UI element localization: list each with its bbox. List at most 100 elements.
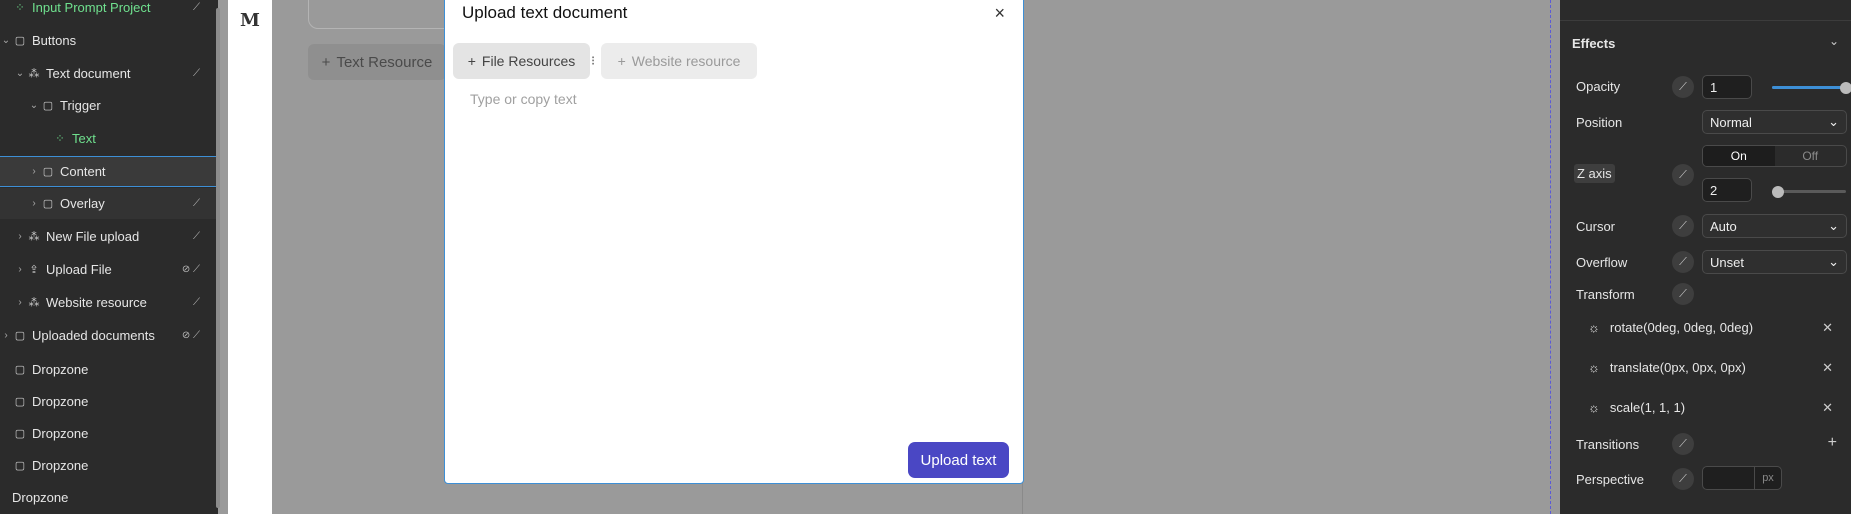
layer-label: Dropzone — [12, 490, 69, 505]
chevron-right-icon[interactable]: › — [14, 264, 26, 275]
chevron-down-icon[interactable]: ⌄ — [1829, 34, 1839, 48]
cursor-select[interactable]: Auto ⌄ — [1702, 214, 1847, 238]
text-resource-button[interactable]: + Text Resource — [308, 44, 446, 80]
layer-row-content[interactable]: › ▢ Content — [0, 156, 216, 187]
box-icon: ▢ — [14, 35, 26, 47]
sun-icon: ☼ — [1588, 400, 1600, 415]
drag-handle-icon[interactable]: ⁝ — [591, 53, 595, 69]
eye-off-icon[interactable]: ⊘ ⟋ — [182, 330, 200, 341]
tab-file-resources[interactable]: + File Resources — [453, 43, 590, 79]
layer-row-buttons[interactable]: ⌄ ▢ Buttons — [0, 25, 216, 56]
sun-icon: ☼ — [1588, 360, 1600, 375]
layer-row-dropzone[interactable]: ▢ Dropzone — [0, 386, 216, 417]
transform-item[interactable]: ☼ translate(0px, 0px, 0px) ✕ — [1588, 360, 1833, 376]
layers-scrollbar[interactable] — [216, 8, 220, 508]
canvas-divider — [1022, 480, 1023, 514]
layer-row-dropzone[interactable]: ▢ Dropzone — [0, 450, 216, 481]
layer-label: Dropzone — [32, 362, 89, 377]
unlink-icon[interactable]: ⟋ — [1672, 468, 1694, 490]
chevron-down-icon[interactable]: ⌄ — [0, 35, 12, 46]
eye-off-icon[interactable]: ⊘ ⟋ — [182, 264, 200, 275]
overflow-value: Unset — [1710, 254, 1744, 270]
transform-label: Transform — [1576, 287, 1635, 302]
layer-row-dropzone[interactable]: Dropzone — [0, 482, 216, 513]
layer-row-dropzone[interactable]: ▢ Dropzone — [0, 354, 216, 385]
layer-row-overlay[interactable]: › ▢ Overlay ⟋ — [0, 188, 216, 219]
layer-row-trigger[interactable]: ⌄ ▢ Trigger — [0, 90, 216, 121]
opacity-slider-fill — [1772, 86, 1846, 89]
unlink-icon[interactable]: ⟋ — [1672, 215, 1694, 237]
slot-icon: ⁂ — [28, 231, 40, 243]
slot-icon: ⁂ — [28, 297, 40, 309]
layer-label: Text — [72, 131, 96, 146]
z-axis-toggle[interactable]: On Off — [1702, 145, 1847, 167]
unlink-icon[interactable]: ⟋ — [193, 68, 200, 79]
upload-text-modal: Upload text document × + File Resources … — [444, 0, 1024, 484]
perspective-label: Perspective — [1576, 472, 1644, 487]
perspective-input[interactable]: px — [1702, 466, 1782, 490]
unlink-icon[interactable]: ⟋ — [1672, 164, 1694, 186]
close-icon[interactable]: ✕ — [1822, 360, 1833, 376]
position-value: Normal — [1710, 114, 1752, 130]
toggle-on[interactable]: On — [1703, 146, 1775, 166]
unlink-icon[interactable]: ⟋ — [193, 198, 200, 209]
opacity-label: Opacity — [1576, 79, 1621, 94]
plus-icon: + — [617, 53, 626, 69]
unlink-icon[interactable]: ⟋ — [193, 297, 200, 308]
layer-row-uploaded-documents[interactable]: › ▢ Uploaded documents ⊘ ⟋ — [0, 320, 216, 351]
box-icon: ▢ — [14, 396, 26, 408]
unlink-icon[interactable]: ⟋ — [1672, 251, 1694, 273]
unlink-icon[interactable]: ⟋ — [1672, 433, 1694, 455]
box-icon: ▢ — [14, 428, 26, 440]
layer-label: Text document — [46, 66, 131, 81]
layer-label: Dropzone — [32, 458, 89, 473]
layer-label: Uploaded documents — [32, 328, 155, 343]
position-label: Position — [1576, 115, 1623, 130]
opacity-slider-knob[interactable] — [1840, 82, 1851, 94]
layer-row-dropzone[interactable]: ▢ Dropzone — [0, 418, 216, 449]
transform-item[interactable]: ☼ scale(1, 1, 1) ✕ — [1588, 400, 1833, 416]
layer-row-text[interactable]: ⁘ Text — [0, 123, 216, 154]
layer-label: Buttons — [32, 33, 77, 48]
upload-text-button[interactable]: Upload text — [908, 442, 1009, 478]
toggle-off[interactable]: Off — [1775, 146, 1847, 166]
chevron-right-icon[interactable]: › — [0, 330, 12, 341]
z-axis-slider-knob[interactable] — [1772, 186, 1784, 198]
chevron-right-icon[interactable]: › — [14, 297, 26, 308]
layer-row-website-resource[interactable]: › ⁂ Website resource ⟋ — [0, 287, 216, 318]
unlink-icon[interactable]: ⟋ — [193, 2, 200, 13]
selection-edge — [1550, 0, 1552, 514]
layer-label: New File upload — [46, 229, 140, 244]
layer-label: Upload File — [46, 262, 112, 277]
chevron-down-icon[interactable]: ⌄ — [14, 68, 26, 79]
plus-icon[interactable]: + — [1828, 434, 1837, 452]
unlink-icon[interactable]: ⟋ — [193, 231, 200, 242]
layer-row-input-prompt-project[interactable]: ⁘ Input Prompt Project ⟋ — [0, 0, 216, 23]
cursor-label: Cursor — [1576, 219, 1616, 234]
overflow-select[interactable]: Unset ⌄ — [1702, 250, 1847, 274]
layer-row-upload-file[interactable]: › ⇪ Upload File ⊘ ⟋ — [0, 254, 216, 285]
chevron-down-icon: ⌄ — [1828, 254, 1839, 269]
layer-row-text-document[interactable]: ⌄ ⁂ Text document ⟋ — [0, 58, 216, 89]
close-icon[interactable]: ✕ — [1822, 400, 1833, 416]
text-input[interactable] — [470, 91, 1000, 411]
chevron-right-icon[interactable]: › — [14, 231, 26, 242]
layer-row-new-file-upload[interactable]: › ⁂ New File upload ⟋ — [0, 221, 216, 252]
chevron-right-icon[interactable]: › — [28, 166, 40, 177]
position-select[interactable]: Normal ⌄ — [1702, 110, 1847, 134]
box-icon: ▢ — [42, 100, 54, 112]
unlink-icon[interactable]: ⟋ — [1672, 76, 1694, 98]
box-icon: ▢ — [42, 198, 54, 210]
layers-panel: ⁘ Input Prompt Project ⟋ ⌄ ▢ Buttons ⌄ ⁂ Text do… — [0, 0, 220, 514]
opacity-input[interactable]: 1 — [1702, 75, 1752, 99]
modal-title: Upload text document — [462, 3, 628, 22]
chevron-down-icon[interactable]: ⌄ — [28, 100, 40, 111]
layer-label: Content — [60, 164, 106, 179]
close-icon[interactable]: × — [994, 3, 1005, 24]
z-axis-input[interactable]: 2 — [1702, 178, 1752, 202]
tab-website-resource[interactable]: + Website resource — [601, 43, 757, 79]
close-icon[interactable]: ✕ — [1822, 320, 1833, 336]
chevron-right-icon[interactable]: › — [28, 198, 40, 209]
transform-item[interactable]: ☼ rotate(0deg, 0deg, 0deg) ✕ — [1588, 320, 1833, 336]
unlink-icon[interactable]: ⟋ — [1672, 283, 1694, 305]
